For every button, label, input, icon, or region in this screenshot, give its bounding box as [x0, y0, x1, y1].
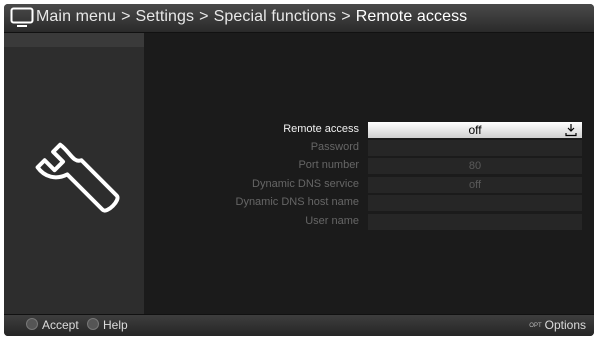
options-button[interactable]: OPT Options: [529, 318, 586, 332]
options-label: Options: [544, 318, 586, 332]
breadcrumb-item-remote-access: Remote access: [355, 8, 468, 25]
footer-bar: Accept Help OPT Options: [4, 314, 594, 336]
setting-label: Dynamic DNS host name: [235, 196, 360, 208]
breadcrumb: Main menu > Settings > Special functions > Rem…: [36, 8, 467, 26]
setting-row-remote-access[interactable]: Remote access off: [144, 122, 594, 139]
port-number-field[interactable]: 80: [368, 158, 582, 174]
color-key-icon: [87, 318, 99, 330]
setting-label: Remote access: [283, 123, 359, 135]
breadcrumb-item-settings[interactable]: Settings: [136, 8, 195, 25]
help-label: Help: [103, 318, 128, 332]
setting-label: Dynamic DNS service: [252, 178, 359, 190]
setting-row-dynamic-dns-service[interactable]: Dynamic DNS service off: [144, 177, 594, 194]
wrench-icon: [35, 142, 120, 213]
setting-label: User name: [305, 215, 359, 227]
color-key-icon: [26, 318, 38, 330]
breadcrumb-separator: >: [341, 8, 351, 25]
breadcrumb-item-special-functions[interactable]: Special functions: [214, 8, 337, 25]
breadcrumb-separator: >: [121, 8, 131, 25]
setting-label: Password: [310, 141, 359, 153]
screen-frame: Main menu > Settings > Special functions > Rem…: [4, 4, 594, 336]
breadcrumb-separator: >: [199, 8, 209, 25]
settings-panel: Remote access off Password Port number 8…: [144, 33, 594, 314]
dynamic-dns-service-select[interactable]: off: [368, 177, 582, 193]
breadcrumb-item-main-menu[interactable]: Main menu: [36, 8, 116, 25]
setting-label: Port number: [298, 159, 359, 171]
password-field[interactable]: [368, 140, 582, 156]
setting-value: off: [468, 123, 482, 137]
setting-row-port-number[interactable]: Port number 80: [144, 158, 594, 175]
download-icon: [565, 124, 577, 137]
help-button[interactable]: Help: [87, 318, 128, 332]
dynamic-dns-host-name-field[interactable]: [368, 195, 582, 211]
user-name-field[interactable]: [368, 214, 582, 230]
setting-row-dynamic-dns-host-name[interactable]: Dynamic DNS host name: [144, 195, 594, 212]
remote-access-select[interactable]: off: [368, 122, 582, 138]
opt-badge-icon: OPT: [529, 323, 542, 329]
left-panel-top-strip: [4, 33, 144, 47]
accept-button[interactable]: Accept: [26, 318, 79, 332]
setting-row-user-name[interactable]: User name: [144, 214, 594, 231]
accept-label: Accept: [42, 318, 79, 332]
setting-row-password[interactable]: Password: [144, 140, 594, 157]
tv-icon: [10, 7, 34, 27]
header-bar: Main menu > Settings > Special functions > Rem…: [4, 4, 594, 33]
left-icon-panel: [4, 33, 144, 314]
